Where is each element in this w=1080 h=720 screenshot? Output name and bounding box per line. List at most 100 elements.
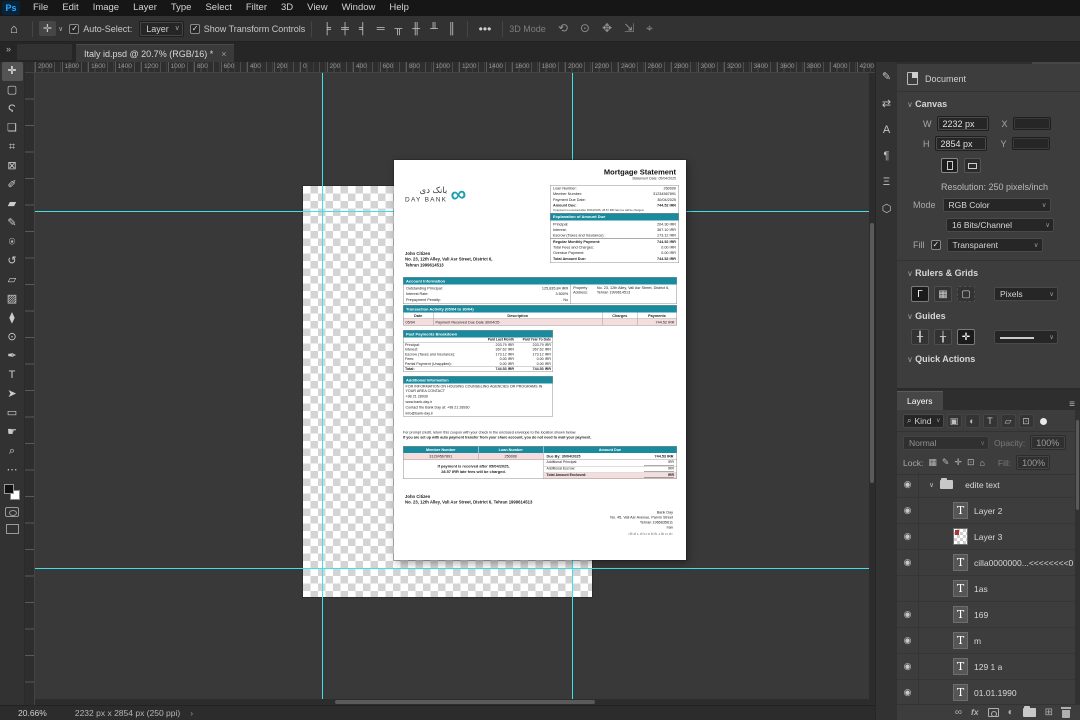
guide-style-dropdown[interactable] [994,330,1058,344]
lasso-tool[interactable]: Ϛ [2,100,23,119]
landscape-orientation-button[interactable] [964,158,981,173]
collapse-panels-icon[interactable]: » [0,42,17,56]
frame-tool[interactable]: ⊠ [2,157,23,176]
color-mode-dropdown[interactable]: RGB Color [942,198,1051,212]
color-swatches[interactable] [4,484,20,500]
document-tab[interactable]: Italy id.psd @ 20.7% (RGB/16) * × [76,44,235,62]
link-layers-icon[interactable]: ∞ [955,707,962,718]
portrait-orientation-button[interactable] [941,158,958,173]
brush-settings-panel-icon[interactable]: ✎ [882,63,891,90]
tool-preset-arrow-icon[interactable]: ∨ [58,25,63,33]
show-transform-checkbox[interactable] [189,23,200,34]
filter-smart-objects-icon[interactable]: ⊡ [1018,414,1034,428]
layer-visibility-toggle[interactable] [897,549,919,576]
layer-visibility-toggle[interactable] [897,575,919,602]
rulers-grids-section-header[interactable]: Rulers & Grids [897,261,1080,282]
layer-thumbnail[interactable]: T [953,528,968,545]
home-icon[interactable]: ⌂ [0,21,26,36]
quick-actions-section-header[interactable]: Quick Actions [897,347,1080,368]
edit-toolbar-icon[interactable]: ⋯ [2,461,23,480]
3d-camera-icon[interactable]: ⌖ [640,21,659,36]
menu-item[interactable]: Image [86,0,126,16]
layer-thumbnail[interactable]: T [953,554,968,571]
layer-filter-dropdown[interactable]: ⌕ Kind [903,414,944,428]
layer-visibility-toggle[interactable] [897,472,919,498]
layer-row[interactable]: ∨ T 1as [897,575,1080,602]
ruler-units-dropdown[interactable]: Pixels [994,287,1058,301]
canvas-height-field[interactable]: 2854 px [934,136,987,151]
path-selection-tool[interactable]: ➤ [2,385,23,404]
distribute-horizontal-icon[interactable]: ║ [443,23,461,35]
screen-mode-icon[interactable] [5,524,19,534]
menu-item[interactable]: Window [335,0,383,16]
object-selection-tool[interactable]: ❏ [2,119,23,138]
menu-item[interactable]: Select [198,0,238,16]
statement-page[interactable]: Mortgage Statement Statement Date: 05/04… [394,160,686,560]
layer-visibility-toggle[interactable] [897,653,919,680]
dodge-tool[interactable]: ⊙ [2,328,23,347]
canvas-width-field[interactable]: 2232 px [936,116,989,131]
layer-row[interactable]: ∨ T Layer 2 [897,497,1080,524]
new-group-icon[interactable] [1022,705,1036,717]
menu-item[interactable]: Type [164,0,199,16]
guide-vertical-1[interactable] [322,73,323,705]
canvas-viewport[interactable]: Mortgage Statement Statement Date: 05/04… [35,73,875,705]
align-left-edges-icon[interactable]: ╞ [318,23,336,35]
filter-type-layers-icon[interactable]: T [982,414,998,428]
tab-layers[interactable]: Layers [897,391,943,410]
distribute-bottom-edges-icon[interactable]: ╨ [425,23,443,35]
guides-section-header[interactable]: Guides [897,304,1080,325]
bit-depth-dropdown[interactable]: 16 Bits/Channel [946,218,1054,232]
crop-tool[interactable]: ⌗ [2,138,23,157]
auto-select-checkbox[interactable] [69,23,80,34]
fill-dropdown[interactable]: Transparent [946,238,1043,252]
layer-row[interactable]: ∨ T Layer 3 [897,523,1080,550]
tool-presets-panel-icon[interactable]: ⇄ [882,90,891,117]
rectangular-marquee-tool[interactable]: ▢ [2,81,23,100]
eraser-tool[interactable]: ▱ [2,271,23,290]
menu-item[interactable]: Edit [55,0,85,16]
close-tab-icon[interactable]: × [221,49,226,59]
lock-position-icon[interactable]: ✛ [954,457,962,468]
clone-stamp-tool[interactable]: ⍟ [2,233,23,252]
eyedropper-tool[interactable]: ✐ [2,176,23,195]
menu-item[interactable]: 3D [274,0,300,16]
layer-thumbnail[interactable]: T [953,658,968,675]
current-tool-icon[interactable]: ✛ [38,21,57,36]
layer-row[interactable]: ∨ T m [897,627,1080,654]
group-expand-icon[interactable]: ∨ [929,481,934,489]
layer-visibility-toggle[interactable] [897,627,919,654]
healing-brush-tool[interactable]: ▰ [2,195,23,214]
distribute-vertical-centers-icon[interactable]: ╫ [407,23,425,35]
canvas-section-header[interactable]: Canvas [897,92,1080,113]
layer-thumbnail[interactable]: T [953,632,968,649]
layer-thumbnail[interactable]: T [953,580,968,597]
gradient-tool[interactable]: ▨ [2,290,23,309]
layer-visibility-toggle[interactable] [897,497,919,524]
guide-horizontal-2[interactable] [35,568,875,569]
layer-effects-icon[interactable]: fx [971,708,979,717]
3d-orbit-icon[interactable]: ⟲ [552,21,574,36]
hand-tool[interactable]: ☛ [2,423,23,442]
layer-row[interactable]: ∨ T 129 1 a [897,653,1080,680]
lock-transparency-icon[interactable]: ▦ [928,457,937,468]
glyphs-panel-icon[interactable]: Ξ [883,169,890,195]
photoshop-logo[interactable]: Ps [2,1,20,15]
add-mask-icon[interactable] [987,708,999,717]
foreground-color-swatch[interactable] [4,484,14,494]
distribute-top-edges-icon[interactable]: ╥ [389,23,407,35]
layer-row[interactable]: ∨ T 169 [897,601,1080,628]
menu-item[interactable]: View [300,0,334,16]
filter-pixel-layers-icon[interactable]: ▣ [946,414,962,428]
toggle-grid-icon[interactable]: ▦ [934,286,952,302]
3d-slide-icon[interactable]: ⇲ [618,21,640,36]
toggle-snap-icon[interactable]: ▢ [957,286,975,302]
lock-artboard-icon[interactable]: ⊡ [967,457,975,468]
filter-shape-layers-icon[interactable]: ▱ [1000,414,1016,428]
align-right-edges-icon[interactable]: ╡ [354,23,372,35]
zoom-level-field[interactable]: 20.66% [18,708,47,718]
menu-item[interactable]: Filter [239,0,274,16]
character-panel-icon[interactable]: A [883,117,890,143]
status-options-icon[interactable]: › [190,708,193,718]
adjustment-layer-icon[interactable]: ◐ [1008,707,1014,718]
